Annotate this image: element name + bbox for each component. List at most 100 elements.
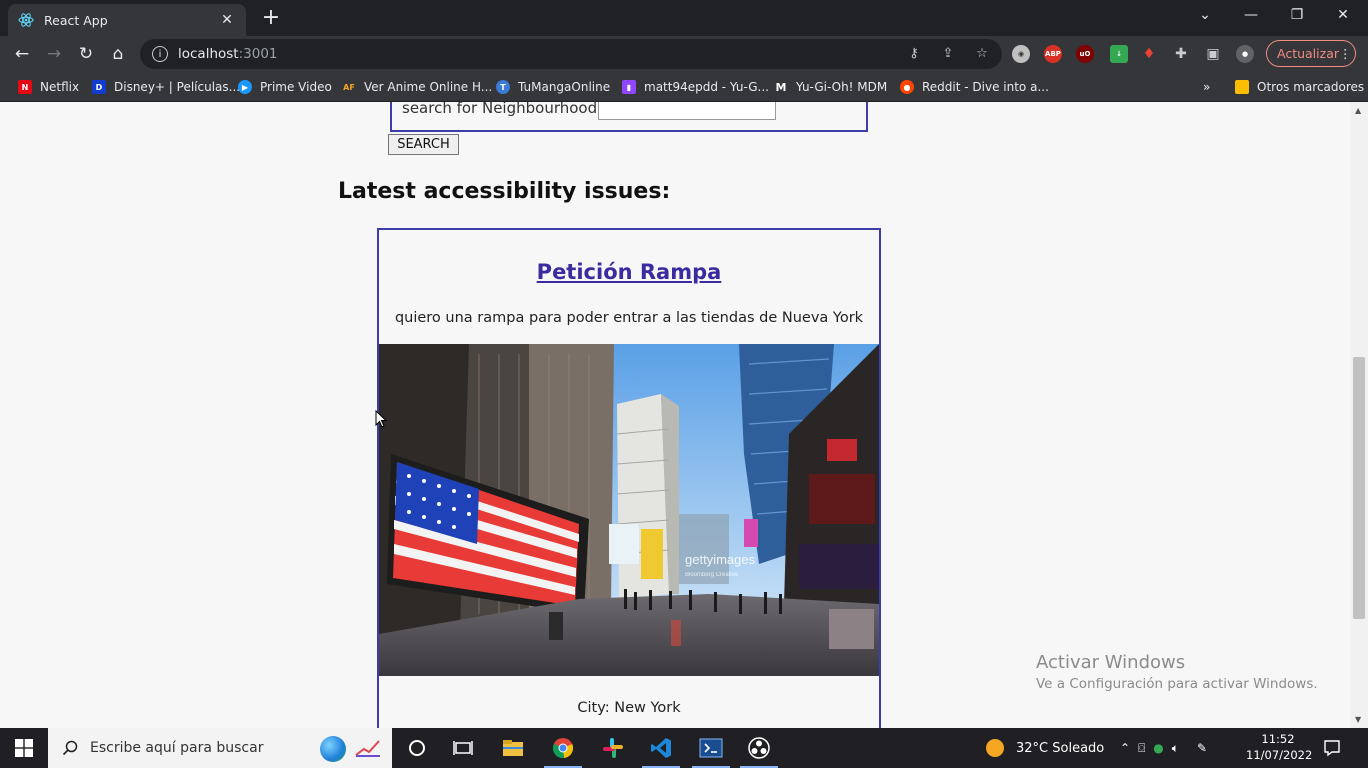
weather-widget[interactable]: 32°C Soleado [986, 728, 1104, 768]
tab-strip: React App ✕ + ⌄ — ❐ ✕ [0, 0, 1368, 36]
cortana-circle-icon [409, 740, 425, 756]
issue-image: gettyimages Bloomberg Creative [379, 344, 879, 676]
taskbar-search-box[interactable]: Escribe aquí para buscar [48, 728, 392, 768]
avatar[interactable]: ● [1236, 45, 1254, 63]
scroll-down-arrow-icon[interactable]: ▼ [1355, 715, 1361, 724]
forward-button[interactable]: → [40, 40, 68, 68]
watermark-line2: Ve a Configuración para activar Windows. [1036, 676, 1318, 692]
share-icon[interactable]: ⇪ [940, 45, 956, 61]
tab-close-icon[interactable]: ✕ [218, 12, 236, 28]
bookmark-reddit[interactable]: ● Reddit - Dive into a... [900, 78, 1049, 96]
meet-icon[interactable]: ⌼ [1138, 741, 1145, 756]
cortana-button[interactable] [394, 728, 440, 768]
image-credit: Bloomberg Creative [685, 572, 739, 578]
extension-red-icon[interactable]: ♦ [1140, 45, 1158, 63]
animeflv-icon: AF [343, 82, 355, 92]
menu-dots-icon: ⋮ [1339, 46, 1352, 61]
key-icon[interactable]: ⚷ [906, 45, 922, 61]
scroll-thumb[interactable] [1353, 357, 1365, 619]
restore-button[interactable]: ❐ [1274, 0, 1320, 30]
bookmark-anime[interactable]: AF Ver Anime Online H... [342, 78, 492, 96]
adblock-icon[interactable]: ABP [1044, 45, 1062, 63]
windows-activation-watermark: Activar Windows Ve a Configuración para … [1036, 652, 1318, 692]
browser-toolbar: ← → ↻ ⌂ i localhost:3001 ⚷ ⇪ ☆ ◉ ABP uO … [0, 36, 1368, 72]
issue-city: City: New York [577, 700, 681, 716]
bookmarks-overflow-button[interactable]: » [1203, 78, 1210, 96]
folder-icon [503, 740, 523, 756]
tab-search-chevron-icon[interactable]: ⌄ [1182, 0, 1228, 30]
globe-icon [320, 736, 346, 762]
search-label: search for Neighbourhood: [402, 102, 603, 117]
taskbar-clock[interactable]: 11:52 11/07/2022 [1246, 731, 1313, 763]
clock-time: 11:52 [1261, 732, 1295, 746]
extension-green-icon[interactable]: ↓ [1110, 45, 1128, 63]
update-button[interactable]: Actualizar ⋮ [1266, 40, 1356, 67]
page-viewport: search for Neighbourhood: SEARCH Latest … [0, 102, 1350, 728]
search-icon [62, 740, 78, 756]
twitch-icon: ▮ [622, 80, 636, 94]
tab-title: React App [44, 12, 108, 28]
volume-icon[interactable]: 🔈︎ [1172, 741, 1179, 756]
search-button[interactable]: SEARCH [388, 134, 459, 155]
issue-description: quiero una rampa para poder entrar a las… [394, 310, 864, 326]
bookmark-tumanga[interactable]: T TuMangaOnline [496, 78, 610, 96]
chrome-taskbar-button[interactable] [540, 728, 586, 768]
bookmark-prime-video[interactable]: ▶ Prime Video [238, 78, 332, 96]
task-view-button[interactable] [440, 728, 486, 768]
puzzle-icon[interactable]: ✚ [1172, 45, 1190, 63]
issue-title-link[interactable]: Petición Rampa [379, 260, 879, 284]
watermark-line1: Activar Windows [1036, 652, 1186, 673]
tumanga-icon: T [496, 80, 510, 94]
obs-taskbar-button[interactable] [736, 728, 782, 768]
new-tab-button[interactable]: + [258, 5, 284, 31]
start-button[interactable] [0, 728, 48, 768]
star-icon[interactable]: ☆ [974, 45, 990, 61]
bookmark-disney[interactable]: D Disney+ | Películas... [92, 78, 240, 96]
slack-icon [603, 738, 623, 758]
yugioh-icon: M [775, 80, 787, 94]
taskbar-search-placeholder: Escribe aquí para buscar [90, 740, 264, 756]
reload-button[interactable]: ↻ [72, 40, 100, 68]
terminal-taskbar-button[interactable] [688, 728, 734, 768]
bookmark-twitch[interactable]: ▮ matt94epdd - Yu-G... [622, 78, 769, 96]
vscode-taskbar-button[interactable] [638, 728, 684, 768]
windows-taskbar: Escribe aquí para buscar 32°C Soleado ⌃ … [0, 728, 1368, 768]
bookmark-yugioh[interactable]: M Yu-Gi-Oh! MDM [774, 78, 888, 96]
react-icon [18, 12, 34, 28]
close-window-button[interactable]: ✕ [1320, 0, 1366, 30]
bookmarks-bar: N Netflix D Disney+ | Películas... ▶ Prime … [0, 72, 1368, 102]
network-app-icon[interactable]: ● [1153, 741, 1163, 755]
other-bookmarks-folder[interactable]: Otros marcadores [1235, 78, 1364, 96]
ublock-icon[interactable]: uO [1076, 45, 1094, 63]
info-icon[interactable]: i [152, 46, 168, 62]
mouse-cursor-icon [375, 410, 387, 428]
folder-icon [1235, 80, 1249, 94]
home-button[interactable]: ⌂ [104, 40, 132, 68]
neighbourhood-search-input[interactable] [598, 102, 776, 120]
image-watermark: gettyimages [685, 552, 756, 567]
notifications-button[interactable] [1312, 728, 1352, 768]
back-button[interactable]: ← [8, 40, 36, 68]
pen-icon[interactable]: ✎ [1197, 741, 1207, 755]
bookmark-netflix[interactable]: N Netflix [18, 78, 79, 96]
clock-date: 11/07/2022 [1246, 748, 1313, 762]
file-explorer-button[interactable] [490, 728, 536, 768]
minimize-button[interactable]: — [1228, 0, 1274, 30]
system-tray: ⌃ ⌼ ● 🔈︎ ✎ [1120, 728, 1207, 768]
tab-react-app[interactable]: React App ✕ [8, 4, 246, 36]
page-scrollbar[interactable]: ▲ ▼ [1350, 102, 1368, 728]
side-panel-icon[interactable]: ▣ [1204, 45, 1222, 63]
windows-logo-icon [15, 739, 33, 757]
issue-card: Petición Rampa quiero una rampa para pod… [377, 228, 881, 728]
task-view-icon [453, 741, 473, 755]
update-label: Actualizar [1277, 46, 1339, 61]
slack-taskbar-button[interactable] [590, 728, 636, 768]
sun-icon [986, 739, 1004, 757]
chevron-up-icon[interactable]: ⌃ [1120, 741, 1130, 755]
address-bar[interactable]: i localhost:3001 ⚷ ⇪ ☆ [140, 39, 1002, 69]
extension-icon[interactable]: ◉ [1012, 45, 1030, 63]
reddit-icon: ● [900, 80, 914, 94]
scroll-up-arrow-icon[interactable]: ▲ [1355, 106, 1361, 115]
disney-icon: D [92, 80, 106, 94]
url-port: :3001 [238, 46, 278, 62]
